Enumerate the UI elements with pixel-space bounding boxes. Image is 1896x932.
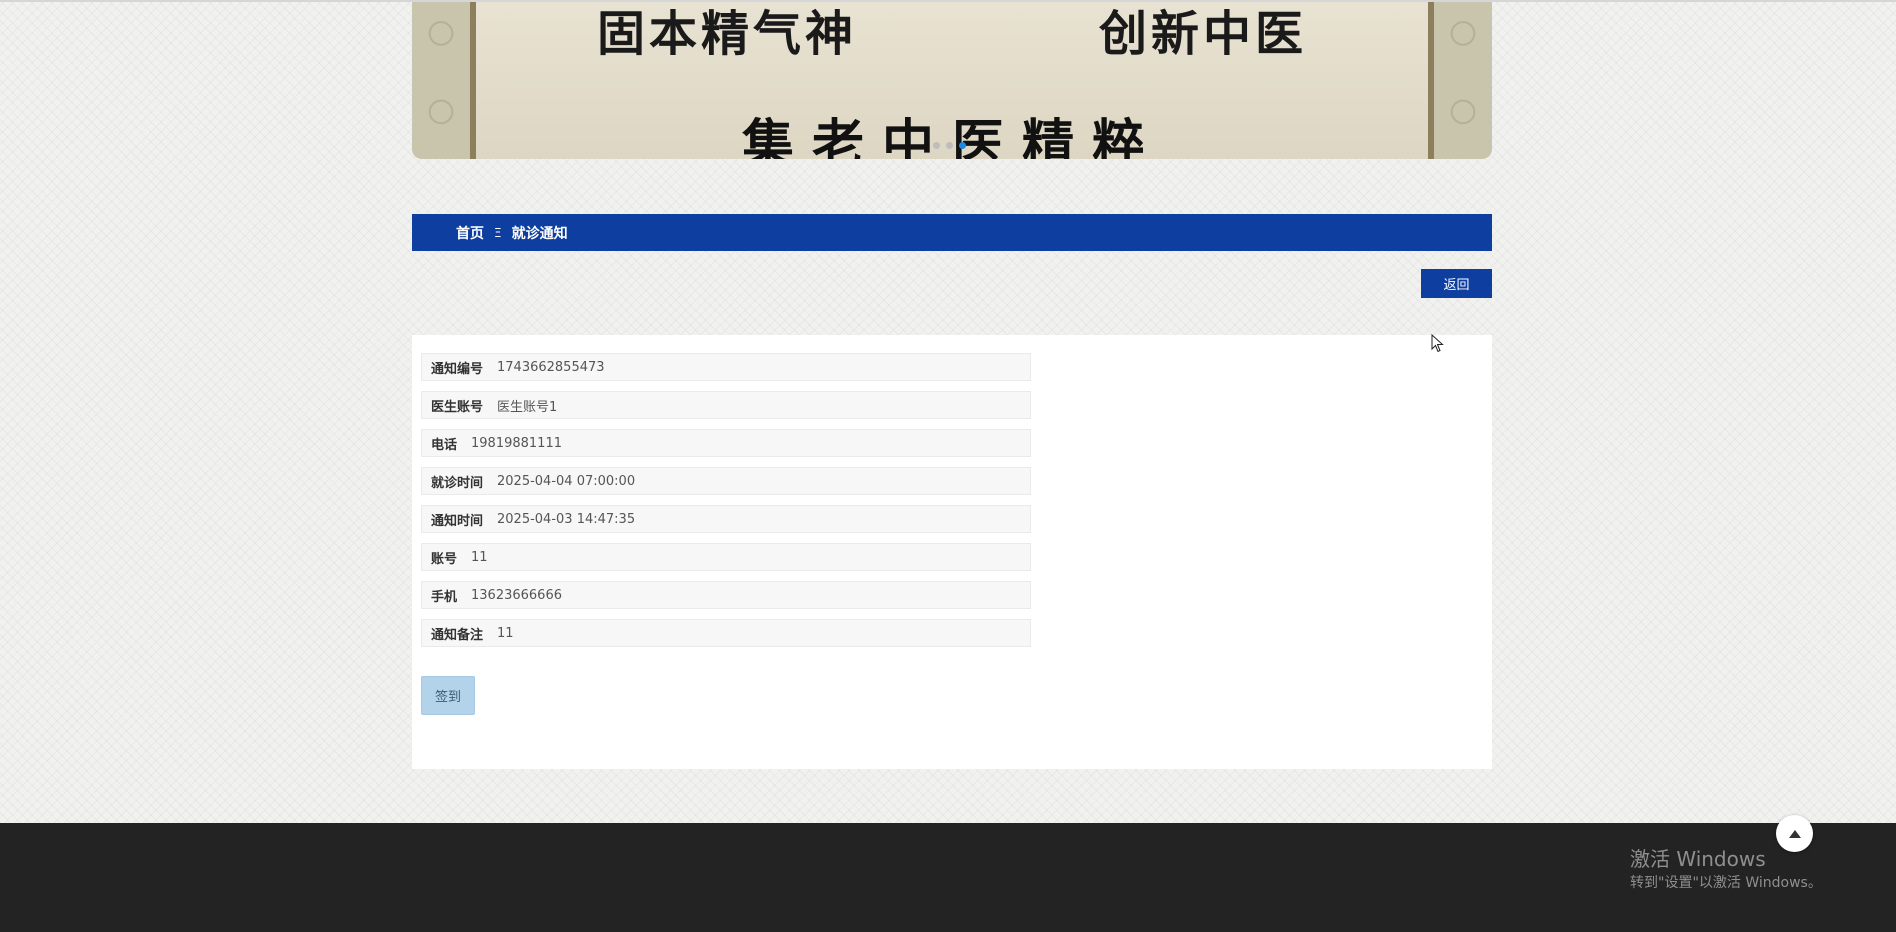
breadcrumb-current: 就诊通知 xyxy=(511,225,568,242)
field-doctor-account: 医生账号 医生账号1 xyxy=(421,391,1031,419)
breadcrumb: 首页 Ξ 就诊通知 xyxy=(412,214,1492,251)
banner-left-ornament xyxy=(412,2,476,159)
field-mobile: 手机 13623666666 xyxy=(421,581,1031,609)
banner-right-ornament xyxy=(1428,2,1492,159)
field-label: 通知编号 xyxy=(431,361,484,377)
back-to-top-button[interactable] xyxy=(1776,815,1813,852)
banner-carousel[interactable]: 固本精气神 创新中医 集老中医精粹 xyxy=(412,2,1492,159)
field-notice-time: 通知时间 2025-04-03 14:47:35 xyxy=(421,505,1031,533)
field-value: 13623666666 xyxy=(471,587,562,603)
windows-activation-title: 激活 Windows xyxy=(1630,847,1766,871)
field-value: 1743662855473 xyxy=(497,359,605,375)
field-phone: 电话 19819881111 xyxy=(421,429,1031,457)
field-label: 电话 xyxy=(431,437,458,453)
field-label: 医生账号 xyxy=(431,399,484,415)
carousel-dot[interactable] xyxy=(933,142,940,149)
field-label: 通知时间 xyxy=(431,513,484,529)
banner-calligraphy-top: 固本精气神 创新中医 xyxy=(476,2,1428,62)
field-notice-id: 通知编号 1743662855473 xyxy=(421,353,1031,381)
mouse-cursor-icon xyxy=(1431,334,1444,353)
carousel-dot-active[interactable] xyxy=(959,142,966,149)
field-value: 11 xyxy=(497,625,514,641)
detail-panel: 通知编号 1743662855473 医生账号 医生账号1 电话 1981988… xyxy=(412,335,1492,769)
field-value: 2025-04-04 07:00:00 xyxy=(497,473,636,489)
field-label: 通知备注 xyxy=(431,627,484,643)
field-value: 2025-04-03 14:47:35 xyxy=(497,511,636,527)
carousel-indicators xyxy=(933,142,966,149)
back-button[interactable]: 返回 xyxy=(1421,269,1492,298)
breadcrumb-home-link[interactable]: 首页 xyxy=(456,223,484,243)
field-label: 账号 xyxy=(431,551,458,567)
field-label: 手机 xyxy=(431,589,458,605)
windows-activation-subtitle: 转到"设置"以激活 Windows。 xyxy=(1630,875,1822,891)
carousel-dot[interactable] xyxy=(946,142,953,149)
banner-image: 固本精气神 创新中医 集老中医精粹 xyxy=(476,2,1428,159)
field-value: 11 xyxy=(471,549,488,565)
field-label: 就诊时间 xyxy=(431,475,484,491)
banner-calligraphy-bottom: 集老中医精粹 xyxy=(741,114,1162,159)
sign-in-button[interactable]: 签到 xyxy=(421,676,475,715)
page-footer xyxy=(0,823,1896,932)
field-visit-time: 就诊时间 2025-04-04 07:00:00 xyxy=(421,467,1031,495)
banner-text-right: 创新中医 xyxy=(1098,6,1307,62)
breadcrumb-separator-icon: Ξ xyxy=(494,225,502,240)
caret-up-icon xyxy=(1788,829,1801,838)
banner-text-left: 固本精气神 xyxy=(596,6,857,62)
field-notice-remark: 通知备注 11 xyxy=(421,619,1031,647)
field-account: 账号 11 xyxy=(421,543,1031,571)
field-value: 19819881111 xyxy=(471,435,562,451)
field-value: 医生账号1 xyxy=(497,399,558,415)
